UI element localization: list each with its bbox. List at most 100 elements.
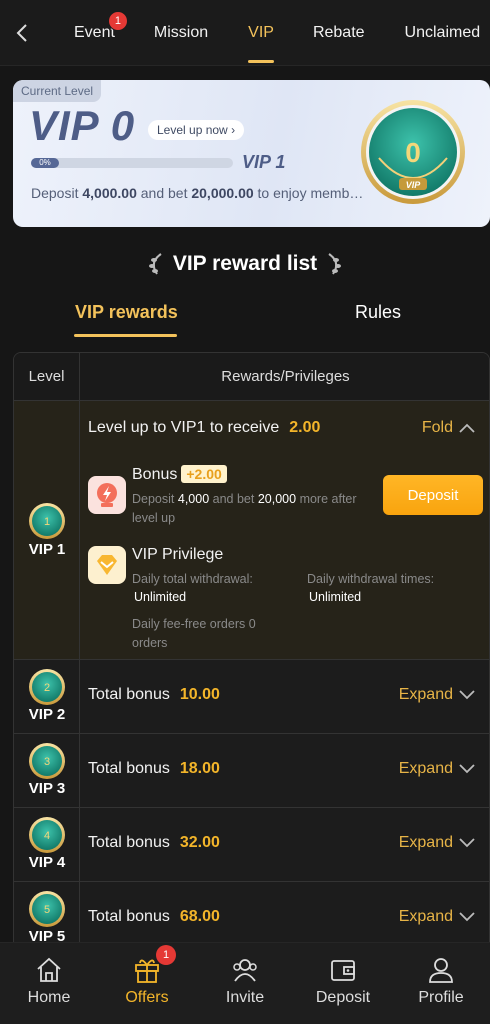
fee-free-orders-label: Daily fee-free orders 0 orders [132,617,256,650]
event-badge: 1 [107,10,128,31]
reward-list-heading: VIP reward list [0,252,490,276]
table-row-vip3[interactable]: 3 VIP 3 Total bonus 18.00 Expand [14,734,489,808]
expand-button[interactable]: Expand [399,908,475,926]
total-bonus: Total bonus 68.00 [88,908,220,925]
users-icon [233,959,257,982]
expand-button[interactable]: Expand [399,834,475,852]
withdrawal-times-value: Unlimited [309,590,362,604]
chevron-down-icon [459,838,475,848]
chevron-down-icon [459,912,475,922]
laurel-right-icon [328,253,342,275]
tab-rebate-label: Rebate [312,23,365,41]
nav-home[interactable]: Home [0,943,98,1024]
chevron-down-icon [459,764,475,774]
level-up-label: Level up now [157,123,228,137]
level-up-reward-title: Level up to VIP1 to receive 2.00 [88,419,321,436]
nav-profile[interactable]: Profile [392,943,490,1024]
wallet-icon [331,960,355,981]
tab-rebate[interactable]: Rebate [313,0,365,66]
vip1-medal-icon: 1 [29,503,65,539]
tab-mission-label: Mission [153,23,209,41]
svg-text:2: 2 [44,682,50,694]
bonus-title: Bonus +2.00 [132,465,227,484]
tab-event[interactable]: Event 1 [74,0,128,66]
vip-privilege-title: VIP Privilege [132,546,224,563]
back-button[interactable] [0,0,44,66]
chevron-left-icon [16,23,27,42]
total-bonus: Total bonus 10.00 [88,686,220,703]
nav-offers[interactable]: 1 Offers [98,943,196,1024]
level-cell: 1 VIP 1 [14,401,80,659]
vip2-medal-icon: 2 [29,669,65,705]
bonus-icon [88,476,126,514]
expand-button[interactable]: Expand [399,760,475,778]
progress-fill: 0% [31,158,59,168]
bonus-badge: +2.00 [181,465,227,483]
tab-vip[interactable]: VIP [248,0,274,66]
level-label: VIP 4 [28,854,66,871]
level-label: VIP 2 [28,706,66,723]
deposit-button[interactable]: Deposit [383,475,483,515]
tab-mission[interactable]: Mission [154,0,208,66]
reward-list-title: VIP reward list [172,252,318,275]
total-bonus: Total bonus 32.00 [88,834,220,851]
svg-text:5: 5 [44,904,50,916]
tab-vip-rewards[interactable]: VIP rewards [75,302,178,323]
laurel-left-icon [148,253,162,275]
level-progress-bar: 0% [31,158,233,168]
svg-text:3: 3 [44,756,50,768]
level-cell: 3 VIP 3 [14,734,80,807]
current-level-label: Current Level [13,80,102,102]
tab-vip-label: VIP [248,23,274,41]
active-subtab-indicator [74,334,177,337]
home-icon [37,957,61,982]
vip-status-card: Current Level VIP 0 Level up now › 0% VI… [13,80,490,227]
level-up-button[interactable]: Level up now › [148,120,245,140]
tab-rules[interactable]: Rules [355,302,401,323]
tab-unclaimed-label: Unclaimed [404,23,481,41]
table-row-vip2[interactable]: 2 VIP 2 Total bonus 10.00 Expand [14,660,489,734]
header-level: Level [14,353,80,401]
chevron-right-icon: › [231,123,236,137]
svg-text:VIP: VIP [406,180,422,190]
offers-badge: 1 [156,945,176,965]
level-cell: 4 VIP 4 [14,808,80,881]
current-vip-level: VIP 0 [29,102,136,149]
svg-text:1: 1 [44,516,50,528]
table-row-vip4[interactable]: 4 VIP 4 Total bonus 32.00 Expand [14,808,489,882]
nav-profile-label: Profile [418,989,464,1006]
vip-medal-icon: 0 VIP [361,100,465,204]
level-cell: 2 VIP 2 [14,660,80,733]
nav-home-label: Home [27,989,71,1006]
expand-button[interactable]: Expand [399,686,475,704]
nav-deposit[interactable]: Deposit [294,943,392,1024]
medal-number: 0 [405,137,421,168]
daily-withdrawal-label: Daily total withdrawal: [132,572,253,586]
top-nav: Event 1 Mission VIP Rebate Unclaimed [0,0,490,66]
chevron-up-icon [459,423,475,433]
vip-privilege-icon [88,546,126,584]
next-vip-level: VIP 1 [242,152,286,172]
chevron-down-icon [459,690,475,700]
nav-deposit-label: Deposit [315,989,371,1006]
nav-offers-label: Offers [125,989,169,1006]
header-rewards: Rewards/Privileges [221,368,350,385]
total-bonus: Total bonus 18.00 [88,760,220,777]
reward-amount: 2.00 [289,419,321,436]
nav-invite[interactable]: Invite [196,943,294,1024]
table-header: Level Rewards/Privileges [14,353,489,401]
nav-invite-label: Invite [225,989,265,1006]
withdrawal-times-label: Daily withdrawal times: [307,572,435,586]
level-label: VIP 1 [28,541,66,558]
svg-text:4: 4 [44,830,50,842]
bonus-description: Deposit 4,000 and bet 20,000 more after … [132,492,357,525]
daily-withdrawal-value: Unlimited [134,590,187,604]
table-row-vip1: 1 VIP 1 Level up to VIP1 to receive 2.00 … [14,401,489,660]
deposit-requirement-text: Deposit 4,000.00 and bet 20,000.00 to en… [31,185,364,201]
tab-unclaimed[interactable]: Unclaimed [405,0,481,66]
fold-button[interactable]: Fold [422,419,475,437]
vip4-medal-icon: 4 [29,817,65,853]
vip-rewards-table: Level Rewards/Privileges 1 VIP 1 Level u… [13,352,490,952]
level-label: VIP 3 [28,780,66,797]
profile-icon [429,958,453,983]
